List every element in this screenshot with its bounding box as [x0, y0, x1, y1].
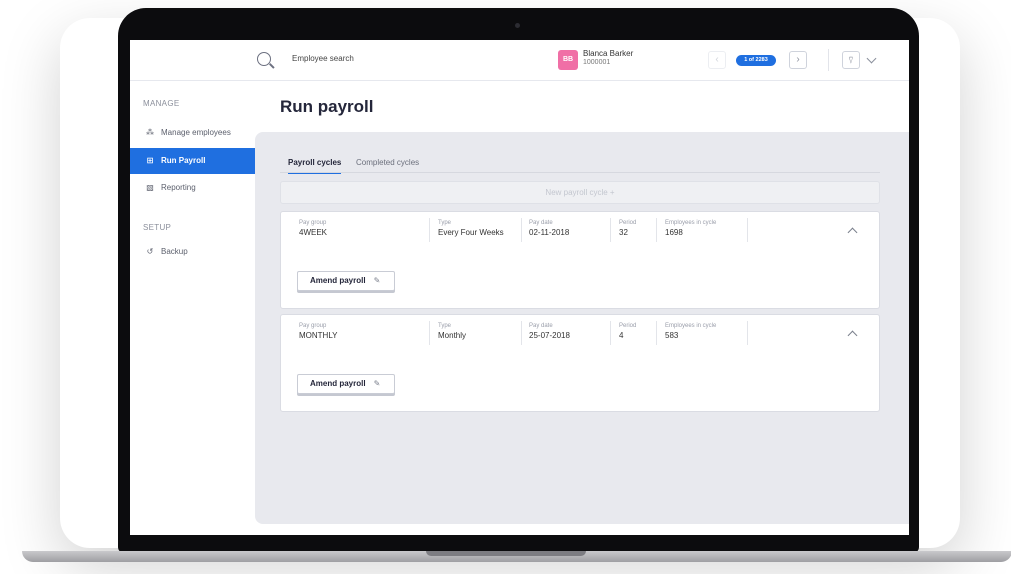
- type-value: Monthly: [438, 331, 467, 340]
- payroll-cycle-card: Pay group MONTHLY Type Monthly Pay date …: [280, 314, 880, 412]
- employee-avatar: BB: [558, 50, 578, 70]
- pay-group-value: 4WEEK: [299, 228, 328, 237]
- pay-date-field: Pay date 02-11-2018: [529, 220, 569, 237]
- sidebar-item-label: Backup: [161, 247, 188, 256]
- sidebar-item-run-payroll[interactable]: ⊞ Run Payroll: [130, 148, 255, 174]
- pay-group-field: Pay group 4WEEK: [299, 220, 327, 237]
- new-payroll-cycle-button[interactable]: New payroll cycle +: [280, 181, 880, 204]
- period-label: Period: [619, 220, 637, 226]
- sidebar-item-manage-employees[interactable]: ⁂ Manage employees: [130, 120, 255, 146]
- divider: [656, 218, 657, 242]
- sidebar-item-backup[interactable]: ↺ Backup: [130, 239, 255, 265]
- divider: [429, 218, 430, 242]
- type-label: Type: [438, 220, 452, 226]
- payroll-icon: ⊞: [146, 156, 154, 165]
- backup-icon: ↺: [146, 247, 154, 256]
- pay-group-field: Pay group MONTHLY: [299, 323, 338, 340]
- employees-label: Employees in cycle: [665, 323, 717, 329]
- period-value: 4: [619, 331, 624, 340]
- sidebar-item-label: Manage employees: [161, 128, 231, 137]
- tabs-divider: [280, 172, 880, 173]
- divider: [610, 321, 611, 345]
- divider: [656, 321, 657, 345]
- section-label-manage: MANAGE: [143, 99, 180, 108]
- divider: [521, 218, 522, 242]
- pencil-icon: ✎: [373, 379, 381, 388]
- laptop-base-notch: [426, 551, 586, 556]
- period-value: 32: [619, 228, 628, 237]
- app-screen: Employee search BB Blanca Barker 1000001…: [130, 40, 909, 535]
- employee-id: 1000001: [583, 59, 611, 66]
- sidebar-item-label: Run Payroll: [161, 156, 206, 165]
- type-field: Type Every Four Weeks: [438, 220, 504, 237]
- tab-completed-cycles[interactable]: Completed cycles: [356, 158, 419, 172]
- period-label: Period: [619, 323, 637, 329]
- type-value: Every Four Weeks: [438, 228, 504, 237]
- previous-employee-button[interactable]: ‹: [708, 51, 726, 69]
- pay-date-label: Pay date: [529, 323, 553, 329]
- employees-value: 1698: [665, 228, 683, 237]
- chevron-up-icon[interactable]: [847, 330, 858, 341]
- divider: [747, 321, 748, 345]
- chevron-down-icon[interactable]: [866, 53, 877, 64]
- employees-value: 583: [665, 331, 679, 340]
- chevron-up-icon[interactable]: [847, 227, 858, 238]
- type-field: Type Monthly: [438, 323, 466, 340]
- pay-date-value: 02-11-2018: [529, 228, 570, 237]
- page-title: Run payroll: [280, 97, 374, 116]
- divider: [610, 218, 611, 242]
- amend-payroll-label: Amend payroll: [310, 276, 366, 285]
- pay-date-field: Pay date 25-07-2018: [529, 323, 570, 340]
- type-label: Type: [438, 323, 452, 329]
- sidebar-item-label: Reporting: [161, 183, 196, 192]
- amend-payroll-button[interactable]: Amend payroll ✎: [297, 374, 395, 394]
- user-icon[interactable]: ⍢: [842, 51, 860, 69]
- divider: [429, 321, 430, 345]
- pay-group-label: Pay group: [299, 323, 327, 329]
- period-field: Period 4: [619, 323, 636, 340]
- divider: [828, 49, 829, 71]
- employees-field: Employees in cycle 1698: [665, 220, 716, 237]
- content-panel: Payroll cycles Completed cycles New payr…: [255, 132, 909, 524]
- divider: [521, 321, 522, 345]
- record-counter-badge: 1 of 2283: [736, 55, 776, 66]
- people-icon: ⁂: [146, 128, 154, 137]
- amend-payroll-button[interactable]: Amend payroll ✎: [297, 271, 395, 291]
- employees-field: Employees in cycle 583: [665, 323, 716, 340]
- pencil-icon: ✎: [373, 276, 381, 285]
- camera-icon: [515, 23, 520, 28]
- divider: [747, 218, 748, 242]
- report-icon: ▧: [146, 183, 154, 192]
- pay-date-label: Pay date: [529, 220, 553, 226]
- pay-date-value: 25-07-2018: [529, 331, 570, 340]
- next-employee-button[interactable]: ›: [789, 51, 807, 69]
- employees-label: Employees in cycle: [665, 220, 717, 226]
- pay-group-value: MONTHLY: [299, 331, 338, 340]
- sidebar: MANAGE ⁂ Manage employees ⊞ Run Payroll ▧ R…: [130, 81, 255, 535]
- amend-payroll-label: Amend payroll: [310, 379, 366, 388]
- sidebar-item-reporting[interactable]: ▧ Reporting: [130, 175, 255, 201]
- pay-group-label: Pay group: [299, 220, 327, 226]
- employee-name: Blanca Barker: [583, 49, 634, 58]
- top-bar: Employee search BB Blanca Barker 1000001…: [130, 40, 909, 81]
- payroll-cycle-card: Pay group 4WEEK Type Every Four Weeks Pa…: [280, 211, 880, 309]
- section-label-setup: SETUP: [143, 223, 172, 232]
- search-icon[interactable]: [257, 52, 271, 66]
- employee-search-input[interactable]: Employee search: [292, 54, 354, 63]
- period-field: Period 32: [619, 220, 636, 237]
